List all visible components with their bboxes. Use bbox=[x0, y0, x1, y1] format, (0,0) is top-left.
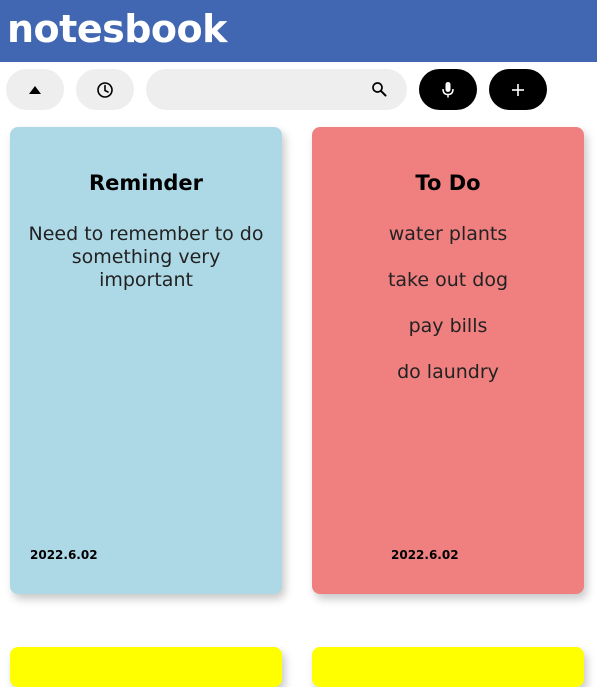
note-title: Reminder bbox=[88, 171, 204, 195]
microphone-icon bbox=[442, 81, 454, 97]
add-note-button[interactable] bbox=[489, 69, 547, 110]
voice-input-button[interactable] bbox=[419, 69, 477, 110]
list-item: do laundry bbox=[397, 361, 499, 383]
plus-icon bbox=[512, 83, 524, 96]
note-date: 2022.6.02 bbox=[30, 548, 98, 562]
list-item: take out dog bbox=[387, 269, 509, 291]
search-box[interactable] bbox=[146, 69, 407, 110]
app-title: notesbook bbox=[7, 7, 227, 51]
search-icon[interactable] bbox=[371, 81, 387, 97]
triangle-up-icon bbox=[29, 85, 41, 94]
list-item: pay bills bbox=[408, 315, 488, 337]
note-title: To Do bbox=[415, 171, 481, 195]
note-date: 2022.6.02 bbox=[391, 548, 459, 562]
sort-button[interactable] bbox=[6, 69, 64, 110]
list-item: water plants bbox=[388, 223, 508, 245]
note-card-todo[interactable]: To Do water plants take out dog pay bill… bbox=[312, 127, 584, 594]
note-body: Need to remember to do something very im… bbox=[28, 223, 264, 291]
note-card[interactable] bbox=[10, 647, 282, 687]
recent-button[interactable] bbox=[76, 69, 134, 110]
search-input[interactable] bbox=[162, 78, 366, 102]
note-card[interactable] bbox=[312, 647, 584, 687]
note-card-reminder[interactable]: Reminder Need to remember to do somethin… bbox=[10, 127, 282, 594]
todo-list: water plants take out dog pay bills do l… bbox=[312, 223, 584, 407]
app-header: notesbook bbox=[0, 0, 597, 62]
clock-icon bbox=[97, 81, 113, 98]
